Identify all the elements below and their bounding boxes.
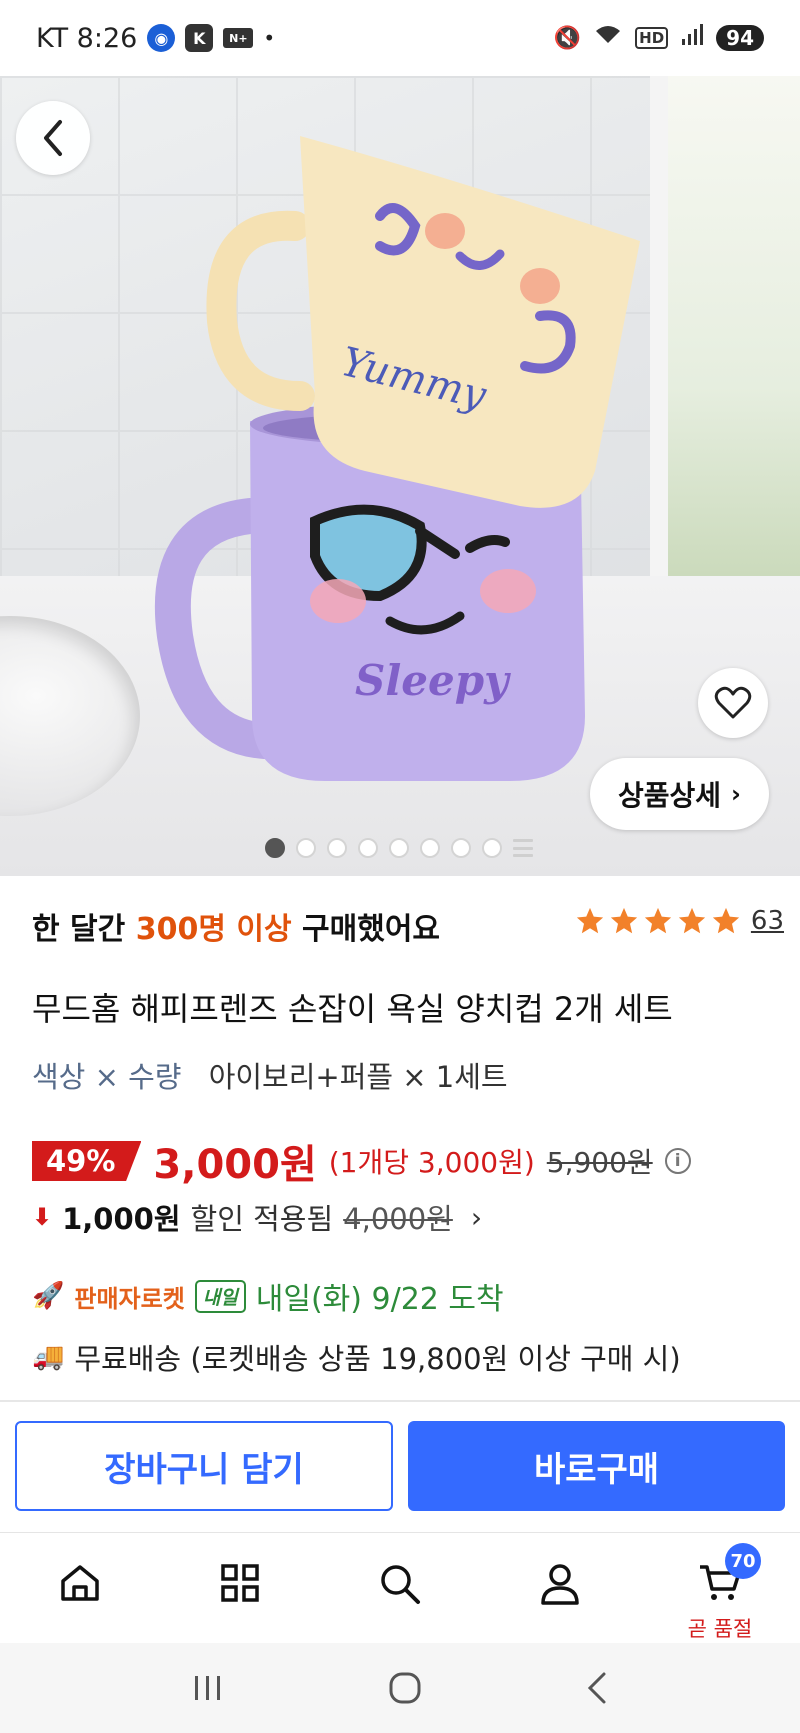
discount-badge: 49% [32, 1141, 142, 1181]
truck-icon: 🚚 [32, 1342, 65, 1372]
product-detail-label: 상품상세 [618, 779, 722, 812]
carousel-dot[interactable] [420, 838, 440, 858]
battery-indicator: 94 [716, 25, 764, 51]
nav-my-account[interactable] [515, 1563, 605, 1605]
star-icon [576, 907, 604, 934]
cart-count-badge: 70 [725, 1543, 761, 1579]
hd-icon: HD [635, 27, 669, 49]
home-circle-icon[interactable] [388, 1671, 422, 1705]
carousel-dot[interactable] [389, 838, 409, 858]
buyers-prefix: 한 달간 [32, 912, 126, 947]
star-icon [610, 907, 638, 934]
carrier-time: KT 8:26 [36, 22, 138, 54]
mute-icon: 🔇 [553, 25, 582, 51]
wishlist-button[interactable] [698, 668, 768, 738]
nav-home[interactable] [35, 1563, 125, 1603]
coupon-text: 할인 적용됨 [190, 1202, 334, 1236]
bottom-nav: 70 곧 품절 [0, 1532, 800, 1642]
chevron-right-icon: › [731, 780, 741, 808]
sale-price: 3,000원 [153, 1142, 317, 1188]
back-nav-icon[interactable] [585, 1671, 609, 1705]
nav-categories[interactable] [195, 1563, 285, 1603]
unit-price: (1개당 3,000원) [328, 1146, 535, 1179]
recent-apps-icon[interactable] [191, 1673, 225, 1703]
carousel-dot[interactable] [265, 838, 285, 858]
option-label: 색상 × 수량 [32, 1060, 182, 1094]
nav-search[interactable] [355, 1563, 445, 1605]
back-button[interactable] [16, 101, 90, 175]
rocket-icon: 🚀 [32, 1281, 65, 1311]
option-selector[interactable]: 색상 × 수량 아이보리+퍼플 × 1세트 [32, 1054, 508, 1096]
browser-app-icon: ◉ [147, 24, 176, 52]
delivery-row: 🚀 판매자로켓 내일 내일(화) 9/22 도착 [32, 1274, 504, 1318]
buyers-suffix: 구매했어요 [302, 912, 441, 947]
product-page: KT 8:26 ◉ K N+ • 🔇 HD 94 Yummy Sleepy 상품… [0, 0, 800, 1733]
signal-icon [680, 23, 704, 53]
user-icon [541, 1564, 579, 1605]
star-icon [712, 907, 740, 934]
view-all-images-icon[interactable] [513, 839, 533, 857]
buy-now-button[interactable]: 바로구매 [408, 1421, 785, 1511]
down-arrow-icon: ⬇ [32, 1203, 53, 1231]
carousel-dot[interactable] [482, 838, 502, 858]
wifi-icon [593, 23, 623, 53]
rating-summary[interactable]: 63 [575, 906, 784, 936]
status-bar: KT 8:26 ◉ K N+ • 🔇 HD 94 [0, 0, 800, 76]
tomorrow-badge: 내일 [194, 1279, 246, 1313]
nav-cart[interactable]: 70 곧 품절 [675, 1543, 765, 1643]
carousel-dot[interactable] [327, 838, 347, 858]
cart-label: 곧 품절 [687, 1617, 753, 1641]
shipping-row: 🚚 무료배송 (로켓배송 상품 19,800원 이상 구매 시) [32, 1336, 681, 1378]
system-navigation-bar [0, 1643, 800, 1733]
heart-icon [714, 686, 752, 719]
more-notifications-dot-icon: • [263, 26, 276, 50]
product-title: 무드홈 해피프렌즈 손잡이 욕실 양치컵 2개 세트 [32, 990, 673, 1028]
original-price: 5,900원 [546, 1146, 653, 1179]
mug-label-sleepy: Sleepy [355, 656, 509, 705]
star-icon [678, 907, 706, 934]
purchase-count-banner: 한 달간 300명 이상 구매했어요 [32, 904, 440, 948]
product-detail-button[interactable]: 상품상세 › [590, 758, 769, 830]
carousel-dot[interactable] [451, 838, 471, 858]
coupon-original-price: 4,000원 [343, 1202, 453, 1236]
carousel-dot[interactable] [358, 838, 378, 858]
chevron-right-icon: › [470, 1200, 483, 1234]
price-info-icon[interactable]: i [664, 1148, 691, 1174]
battery-level: 94 [726, 26, 754, 50]
review-count-link[interactable]: 63 [751, 906, 784, 936]
search-icon [381, 1565, 420, 1604]
add-to-cart-button[interactable]: 장바구니 담기 [15, 1421, 393, 1511]
coupon-discount-row[interactable]: ⬇ 1,000원 할인 적용됨 4,000원 › [32, 1196, 482, 1238]
divider [0, 1400, 800, 1402]
coupon-amount: 1,000원 [62, 1202, 181, 1236]
option-value: 아이보리+퍼플 × 1세트 [208, 1060, 508, 1094]
product-image-carousel[interactable]: Yummy Sleepy [0, 76, 800, 876]
arrival-date: 내일(화) 9/22 도착 [255, 1282, 504, 1317]
star-icon [644, 907, 672, 934]
chevron-left-icon [44, 120, 62, 156]
n-plus-app-icon: N+ [223, 28, 254, 48]
price-row: 49% 3,000원 (1개당 3,000원) 5,900원 i [32, 1132, 691, 1190]
carousel-indicator[interactable] [265, 838, 533, 858]
carousel-dot[interactable] [296, 838, 316, 858]
rocket-label: 판매자로켓 [74, 1284, 185, 1313]
k-app-icon: K [185, 24, 214, 52]
home-icon [61, 1565, 99, 1601]
buyers-highlight: 300명 이상 [135, 912, 292, 947]
product-mugs-illustration [154, 136, 640, 781]
grid-icon [221, 1564, 259, 1602]
shipping-text: 무료배송 (로켓배송 상품 19,800원 이상 구매 시) [74, 1342, 681, 1376]
